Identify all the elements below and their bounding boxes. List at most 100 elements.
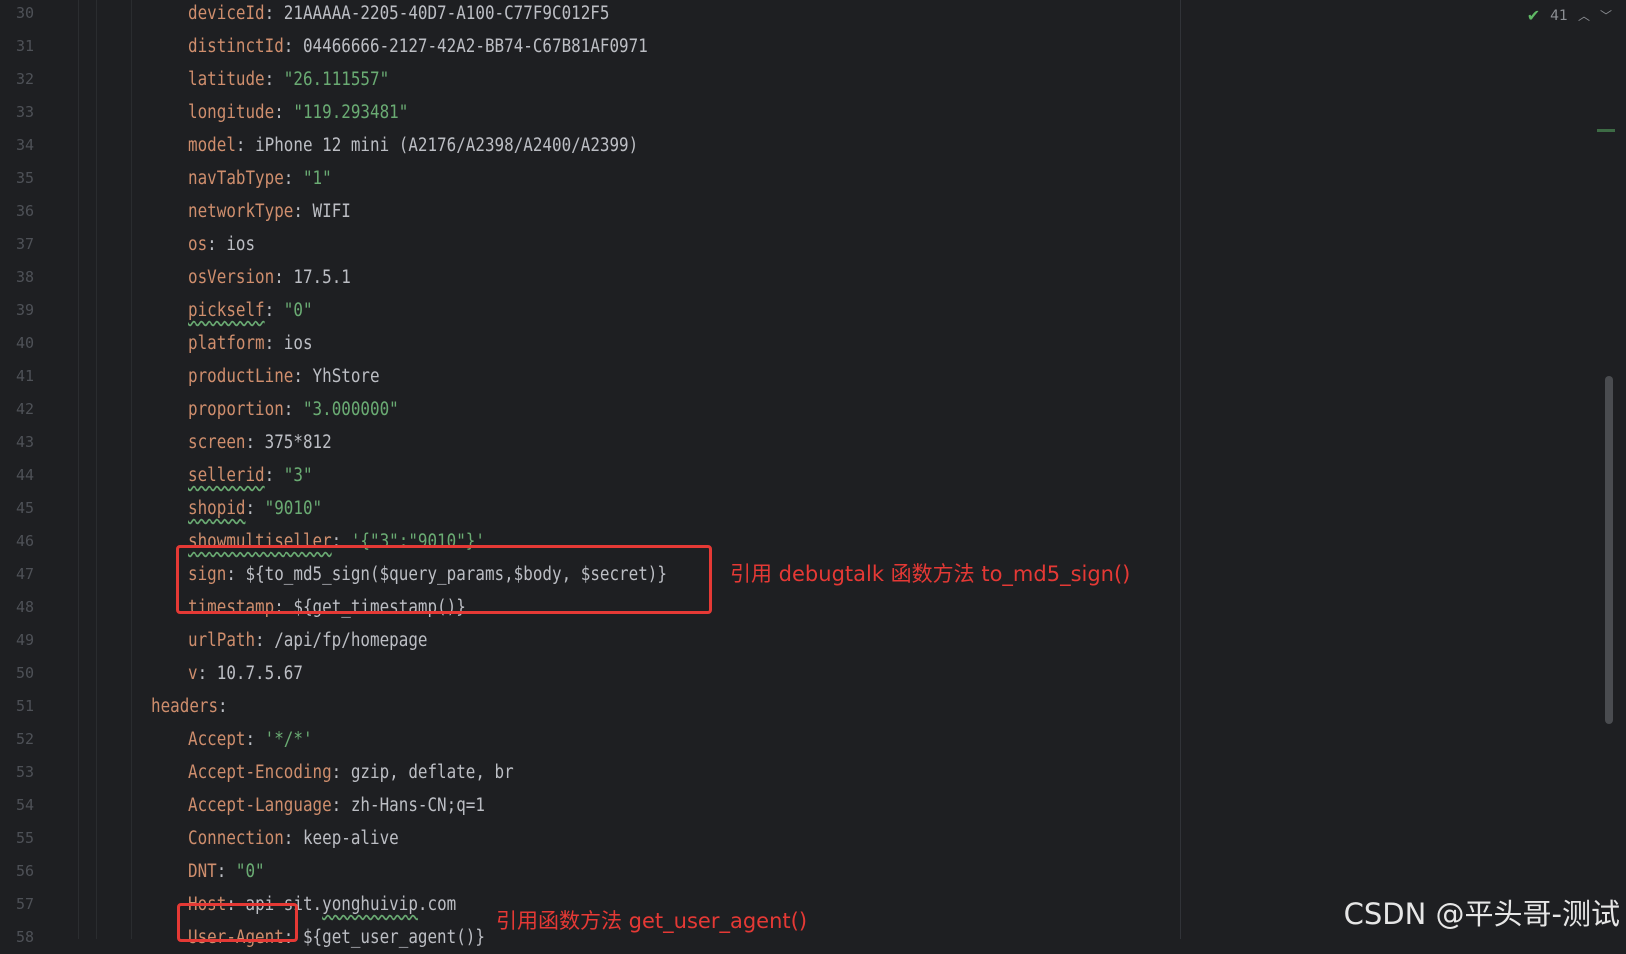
yaml-key: networkType xyxy=(188,201,294,222)
chevron-up-icon[interactable]: ︿ xyxy=(1578,7,1590,24)
yaml-key: model xyxy=(188,135,236,156)
yaml-string: "119.293481" xyxy=(293,102,409,123)
yaml-key: productLine xyxy=(188,366,294,387)
code-text[interactable]: pickself: "0" xyxy=(188,294,313,327)
code-line[interactable]: 54 Accept-Language: zh-Hans-CN;q=1 xyxy=(0,789,1180,822)
yaml-value: : xyxy=(283,168,303,189)
code-text[interactable]: latitude: "26.111557" xyxy=(188,63,389,96)
line-number: 49 xyxy=(15,631,34,649)
change-marker xyxy=(1597,129,1615,132)
annotation-sign: 引用 debugtalk 函数方法 to_md5_sign() xyxy=(730,562,1131,586)
code-line[interactable]: 33 longitude: "119.293481" xyxy=(0,96,1180,129)
code-text[interactable]: platform: ios xyxy=(188,327,313,360)
yaml-value: : xyxy=(245,729,265,750)
code-line[interactable]: 40 platform: ios xyxy=(0,327,1180,360)
code-text[interactable]: DNT: "0" xyxy=(188,855,265,888)
line-number: 47 xyxy=(15,565,34,583)
code-line[interactable]: 50 v: 10.7.5.67 xyxy=(0,657,1180,690)
yaml-value: : xyxy=(283,828,303,849)
yaml-value: : xyxy=(264,300,284,321)
yaml-key: Accept xyxy=(188,729,246,750)
yaml-value: : xyxy=(264,3,284,24)
yaml-value: : xyxy=(235,135,256,156)
yaml-key: sellerid xyxy=(188,465,265,486)
annotation-user-agent: 引用函数方法 get_user_agent() xyxy=(496,909,808,933)
code-text[interactable]: shopid: "9010" xyxy=(188,492,322,525)
line-number: 56 xyxy=(15,862,34,880)
chevron-down-icon[interactable]: ﹀ xyxy=(1600,7,1612,24)
line-number: 39 xyxy=(15,301,34,319)
code-line[interactable]: 32 latitude: "26.111557" xyxy=(0,63,1180,96)
line-number: 31 xyxy=(15,37,34,55)
yaml-value: : xyxy=(274,267,294,288)
yaml-key: screen xyxy=(188,432,246,453)
code-line[interactable]: 52 Accept: '*/*' xyxy=(0,723,1180,756)
code-text[interactable]: headers: xyxy=(151,690,228,723)
code-line[interactable]: 44 sellerid: "3" xyxy=(0,459,1180,492)
line-number: 43 xyxy=(15,433,34,451)
yaml-key: latitude xyxy=(188,69,265,90)
code-line[interactable]: 49 urlPath: /api/fp/homepage xyxy=(0,624,1180,657)
yaml-value: 17.5.1 xyxy=(293,267,351,288)
line-number: 48 xyxy=(15,598,34,616)
yaml-value: 10.7.5.67 xyxy=(216,663,303,684)
code-line[interactable]: 51 headers: xyxy=(0,690,1180,723)
code-line[interactable]: 39 pickself: "0" xyxy=(0,294,1180,327)
yaml-key: deviceId xyxy=(188,3,265,24)
code-text[interactable]: model: iPhone 12 mini (A2176/A2398/A2400… xyxy=(188,129,638,162)
line-number: 38 xyxy=(15,268,34,286)
yaml-value: ios xyxy=(226,234,256,255)
code-line[interactable]: 42 proportion: "3.000000" xyxy=(0,393,1180,426)
vertical-scrollbar[interactable] xyxy=(1605,376,1613,724)
code-text[interactable]: Connection: keep-alive xyxy=(188,822,399,855)
code-line[interactable]: 53 Accept-Encoding: gzip, deflate, br xyxy=(0,756,1180,789)
code-line[interactable]: 45 shopid: "9010" xyxy=(0,492,1180,525)
code-text[interactable]: screen: 375*812 xyxy=(188,426,332,459)
code-text[interactable]: v: 10.7.5.67 xyxy=(188,657,303,690)
code-line[interactable]: 36 networkType: WIFI xyxy=(0,195,1180,228)
yaml-key: Connection xyxy=(188,828,284,849)
yaml-value: yonghuivip xyxy=(322,894,418,915)
line-number: 37 xyxy=(15,235,34,253)
code-text[interactable]: urlPath: /api/fp/homepage xyxy=(188,624,427,657)
yaml-value: : xyxy=(283,36,303,57)
code-text[interactable]: distinctId: 04466666-2127-42A2-BB74-C67B… xyxy=(188,30,648,63)
yaml-key: longitude xyxy=(188,102,275,123)
code-line[interactable]: 37 os: ios xyxy=(0,228,1180,261)
code-line[interactable]: 30 deviceId: 21AAAAA-2205-40D7-A100-C77F9… xyxy=(0,0,1180,30)
code-line[interactable]: 43 screen: 375*812 xyxy=(0,426,1180,459)
code-text[interactable]: osVersion: 17.5.1 xyxy=(188,261,351,294)
code-text[interactable]: Accept-Encoding: gzip, deflate, br xyxy=(188,756,514,789)
code-text[interactable]: proportion: "3.000000" xyxy=(188,393,399,426)
code-line[interactable]: 31 distinctId: 04466666-2127-42A2-BB74-C6… xyxy=(0,30,1180,63)
right-margin-guide xyxy=(1180,0,1181,939)
yaml-string: '*/*' xyxy=(264,729,313,750)
line-number: 33 xyxy=(15,103,34,121)
yaml-key: Accept-Language xyxy=(188,795,332,816)
code-line[interactable]: 56 DNT: "0" xyxy=(0,855,1180,888)
code-line[interactable]: 55 Connection: keep-alive xyxy=(0,822,1180,855)
line-number: 50 xyxy=(15,664,34,682)
code-text[interactable]: productLine: YhStore xyxy=(188,360,380,393)
code-text[interactable]: longitude: "119.293481" xyxy=(188,96,408,129)
yaml-key: DNT xyxy=(188,861,217,882)
code-text[interactable]: os: ios xyxy=(188,228,255,261)
yaml-string: "0" xyxy=(235,861,265,882)
code-line[interactable]: 38 osVersion: 17.5.1 xyxy=(0,261,1180,294)
code-text[interactable]: networkType: WIFI xyxy=(188,195,351,228)
code-text[interactable]: deviceId: 21AAAAA-2205-40D7-A100-C77F9C0… xyxy=(188,0,609,30)
yaml-value: ${get_user_agent()} xyxy=(302,927,485,948)
yaml-value: keep-alive xyxy=(302,828,399,849)
code-line[interactable]: 41 productLine: YhStore xyxy=(0,360,1180,393)
yaml-value: : xyxy=(331,795,351,816)
code-text[interactable]: sellerid: "3" xyxy=(188,459,313,492)
code-text[interactable]: Accept-Language: zh-Hans-CN;q=1 xyxy=(188,789,485,822)
line-number: 51 xyxy=(15,697,34,715)
yaml-value: 21AAAAA-2205-40D7-A100-C77F9C012F5 xyxy=(283,3,610,24)
code-text[interactable]: Accept: '*/*' xyxy=(188,723,313,756)
code-text[interactable]: navTabType: "1" xyxy=(188,162,332,195)
code-editor[interactable]: 30 deviceId: 21AAAAA-2205-40D7-A100-C77F9… xyxy=(0,0,1626,948)
code-line[interactable]: 34 model: iPhone 12 mini (A2176/A2398/A24… xyxy=(0,129,1180,162)
inspection-widget[interactable]: ✔ 41 ︿ ﹀ xyxy=(1527,6,1626,25)
code-line[interactable]: 35 navTabType: "1" xyxy=(0,162,1180,195)
